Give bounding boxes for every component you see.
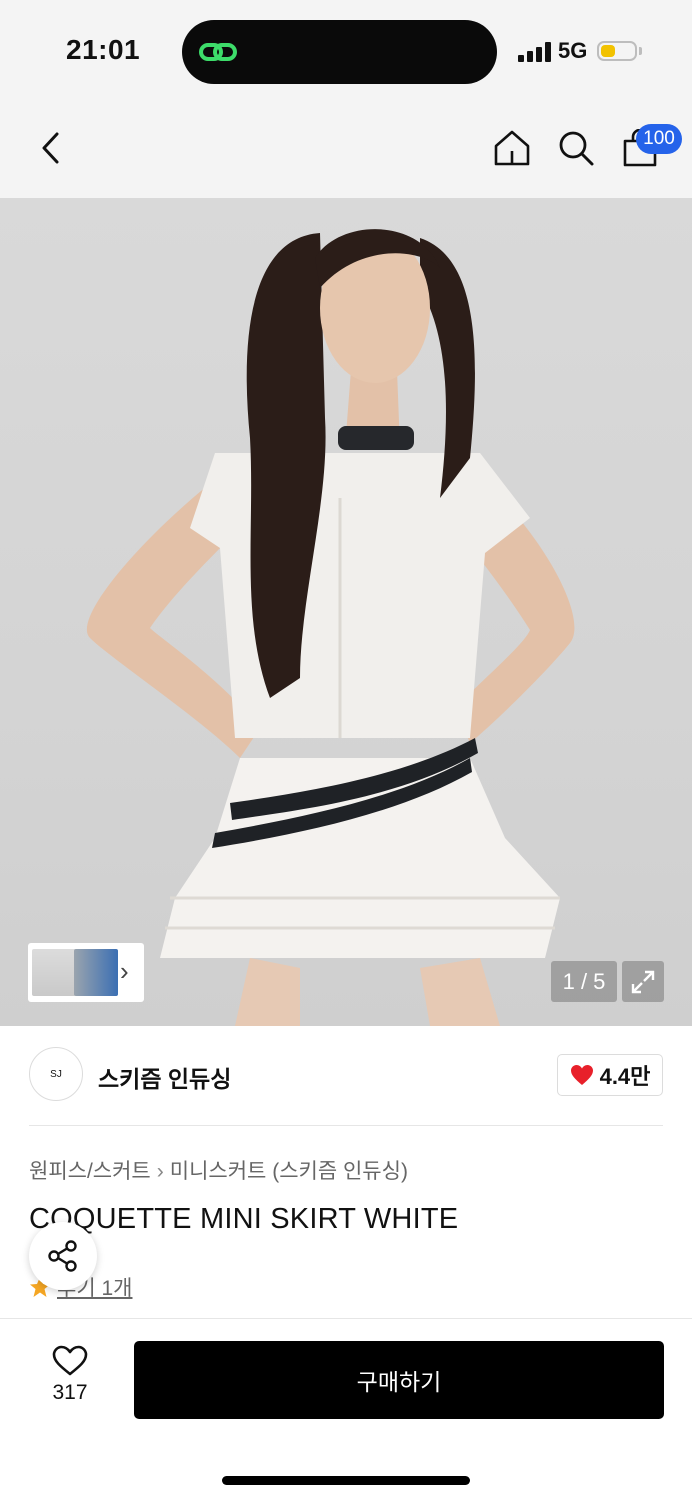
battery-tip [639, 47, 642, 55]
brand-logo-text: SJ [50, 1068, 62, 1080]
share-button[interactable] [29, 1222, 97, 1290]
search-button[interactable] [556, 128, 596, 168]
cart-badge: 100 [636, 124, 682, 154]
wishlist-button[interactable]: 317 [40, 1345, 100, 1415]
signal-icon [518, 42, 551, 62]
chevron-right-icon: › [156, 1160, 164, 1183]
share-icon [48, 1240, 77, 1272]
home-button[interactable] [492, 128, 532, 168]
breadcrumb: 원피스/스커트 › 미니스커트 (스키즘 인듀싱) [29, 1155, 408, 1185]
expand-icon [631, 970, 655, 993]
status-bar: 21:01 5G [0, 0, 692, 100]
chevron-left-icon [42, 132, 59, 164]
thumbnail-strip[interactable]: › [28, 943, 144, 1002]
chevron-right-icon: › [120, 956, 129, 986]
heart-filled-icon [570, 1065, 593, 1085]
breadcrumb-subcategory[interactable]: 미니스커트 (스키즘 인듀싱) [170, 1160, 408, 1183]
search-icon [559, 131, 594, 166]
back-button[interactable] [30, 128, 70, 168]
breadcrumb-category[interactable]: 원피스/스커트 [29, 1160, 151, 1183]
dynamic-island [182, 20, 497, 84]
brand-like-count: 4.4만 [599, 1064, 651, 1089]
model-photo [86, 229, 575, 1026]
brand-logo[interactable]: SJ [29, 1047, 83, 1101]
divider [29, 1125, 663, 1126]
home-icon [494, 130, 530, 166]
brand-like-button[interactable]: 4.4만 [557, 1054, 663, 1096]
image-page-indicator: 1 / 5 [551, 961, 617, 1002]
battery-icon [597, 41, 637, 61]
wishlist-count: 317 [52, 1381, 88, 1404]
nav-bar [0, 100, 692, 198]
heart-outline-icon [52, 1345, 88, 1376]
chain-link-icon [199, 43, 237, 61]
thumbnail-2[interactable] [74, 949, 118, 996]
product-image[interactable] [0, 198, 692, 1026]
network-type: 5G [558, 38, 588, 63]
product-title: COQUETTE MINI SKIRT WHITE [29, 1203, 459, 1235]
buy-button[interactable]: 구매하기 [134, 1341, 664, 1419]
status-time: 21:01 [66, 34, 141, 65]
home-indicator[interactable] [222, 1476, 470, 1485]
expand-image-button[interactable] [622, 961, 664, 1002]
thumbnail-1[interactable] [32, 949, 76, 996]
brand-name[interactable]: 스키즘 인듀싱 [98, 1060, 231, 1094]
